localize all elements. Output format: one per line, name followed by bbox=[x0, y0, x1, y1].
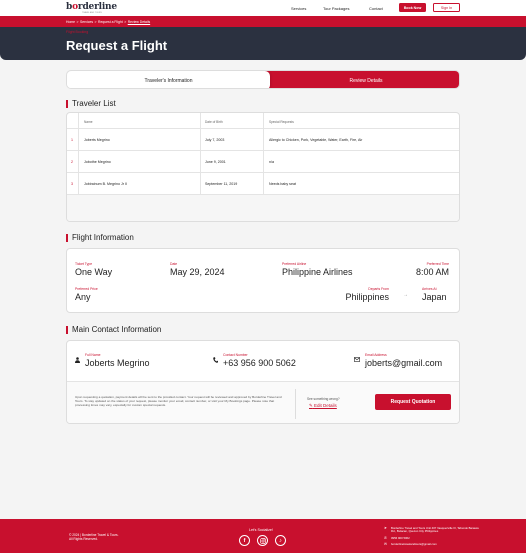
copyright-line2: All Rights Reserved. bbox=[69, 537, 98, 542]
user-icon bbox=[75, 357, 80, 365]
tiktok-icon[interactable]: ♪ bbox=[275, 535, 286, 546]
contact-number-value: +63 956 900 5062 bbox=[223, 358, 296, 368]
full-name-label: Full Name bbox=[85, 353, 101, 357]
traveler-requests: Needs baby seat bbox=[269, 182, 296, 186]
page-title: Request a Flight bbox=[66, 38, 168, 53]
contact-details-row: Full Name Joberts Megrino Contact Number… bbox=[67, 341, 459, 382]
flight-info-card: Ticket Type One Way Date May 29, 2024 Pr… bbox=[66, 248, 460, 313]
edit-details-link[interactable]: ✎ Edit Details bbox=[309, 403, 337, 409]
full-name-value: Joberts Megrino bbox=[85, 358, 150, 368]
sign-in-button[interactable]: Sign In bbox=[433, 3, 460, 12]
request-quotation-button[interactable]: Request Quotation bbox=[375, 394, 451, 410]
copyright: © 2024 | Borderline Travel & Tours. All … bbox=[69, 533, 119, 541]
brand-tagline: TRAVEL AND TOURS bbox=[82, 12, 102, 14]
price-value: Any bbox=[75, 292, 91, 302]
brand-logo[interactable]: borderline bbox=[66, 2, 117, 12]
breadcrumb-request-flight[interactable]: Request a Flight bbox=[98, 20, 123, 24]
time-value: 8:00 AM bbox=[415, 267, 449, 277]
traveler-dob: June 9, 2001 bbox=[205, 160, 226, 164]
table-row: 2 Jobothe Megrino June 9, 2001 n/a bbox=[67, 151, 459, 173]
instagram-icon[interactable] bbox=[257, 535, 268, 546]
breadcrumb: Home > Services > Request a Flight > Review De… bbox=[66, 19, 151, 24]
table-row: 1 Joberts Megrino July 7, 2003 Allergic … bbox=[67, 129, 459, 151]
tab-review-details[interactable]: Review Details bbox=[263, 71, 459, 88]
phone-icon: ✆ bbox=[384, 536, 387, 540]
arrow-right-icon: → bbox=[403, 292, 408, 298]
ticket-type-value: One Way bbox=[75, 267, 113, 277]
nav-link-services[interactable]: Services bbox=[291, 6, 306, 11]
contact-card: Full Name Joberts Megrino Contact Number… bbox=[66, 340, 460, 424]
facebook-icon[interactable]: f bbox=[239, 535, 250, 546]
traveler-dob: September 11, 2019 bbox=[205, 182, 238, 186]
traveler-name: Joberts Megrino bbox=[84, 138, 110, 142]
time-label: Preferred Time bbox=[426, 262, 449, 266]
date-label: Date bbox=[170, 262, 178, 266]
contact-heading: Main Contact Information bbox=[66, 325, 161, 334]
nav-link-tour-packages[interactable]: Tour Packages bbox=[323, 6, 349, 11]
hero-kicker: Flight Booking bbox=[66, 30, 89, 34]
edit-icon: ✎ bbox=[309, 403, 313, 408]
row-number: 1 bbox=[71, 138, 73, 142]
traveler-requests: n/a bbox=[269, 160, 274, 164]
departs-value: Philippines bbox=[345, 292, 389, 302]
page-hero: Flight Booking Request a Flight bbox=[0, 27, 526, 60]
email-label: Email Address bbox=[365, 353, 387, 357]
quotation-bar: Upon requesting a quotation, payment det… bbox=[67, 382, 459, 423]
arrives-label: Arrives At bbox=[422, 287, 437, 291]
column-header-requests: Special Requests bbox=[269, 119, 294, 124]
traveler-dob: July 7, 2003 bbox=[205, 138, 225, 142]
column-header-name: Name bbox=[84, 119, 93, 124]
contact-number-label: Contact Number bbox=[223, 353, 248, 357]
breadcrumb-review-details[interactable]: Review Details bbox=[128, 20, 150, 24]
arrives-value: Japan bbox=[422, 292, 447, 302]
airline-label: Preferred Airline bbox=[282, 262, 307, 266]
tab-travelers-information[interactable]: Traveler's Information bbox=[67, 71, 270, 88]
mail-icon bbox=[354, 357, 361, 364]
traveler-table: Name Date of Birth Special Requests 1 Jo… bbox=[66, 112, 460, 222]
breadcrumb-home[interactable]: Home bbox=[66, 20, 75, 24]
divider bbox=[295, 389, 296, 419]
site-footer: © 2024 | Borderline Travel & Tours. All … bbox=[0, 519, 526, 553]
flight-info-heading: Flight Information bbox=[66, 233, 134, 242]
traveler-name: Jobothe Megrino bbox=[84, 160, 111, 164]
socials-heading: Let's Socialize! bbox=[249, 528, 273, 532]
price-label: Preferred Price bbox=[75, 287, 98, 291]
see-wrong-text: See something wrong? bbox=[307, 397, 340, 401]
nav-link-contact[interactable]: Contact bbox=[369, 6, 383, 11]
traveler-requests: Allergic to Chicken, Pork, Vegetable, Wa… bbox=[269, 138, 363, 142]
airline-value: Philippine Airlines bbox=[282, 267, 353, 277]
row-number: 3 bbox=[71, 182, 73, 186]
quotation-notice: Upon requesting a quotation, payment det… bbox=[75, 395, 282, 407]
location-icon: ➤ bbox=[384, 526, 387, 530]
top-navbar: borderline TRAVEL AND TOURS Services Tou… bbox=[0, 0, 526, 16]
book-now-button[interactable]: Book Now bbox=[399, 3, 426, 12]
ticket-type-label: Ticket Type bbox=[75, 262, 93, 266]
email-value: joberts@gmail.com bbox=[365, 358, 443, 368]
table-row: 3 Jobirainum B. Megrino Jr II September … bbox=[67, 173, 459, 195]
step-tabs: Traveler's Information Review Details bbox=[66, 70, 460, 89]
row-number: 2 bbox=[71, 160, 73, 164]
table-footer bbox=[67, 195, 459, 221]
traveler-list-heading: Traveler List bbox=[66, 99, 116, 108]
traveler-name: Jobirainum B. Megrino Jr II bbox=[84, 182, 127, 186]
breadcrumb-services[interactable]: Services bbox=[80, 20, 93, 24]
phone-icon bbox=[213, 357, 218, 365]
mail-icon: ✉ bbox=[384, 542, 387, 546]
date-value: May 29, 2024 bbox=[170, 267, 225, 277]
edit-details-label: Edit Details bbox=[314, 403, 337, 408]
departs-label: Departs From bbox=[368, 287, 389, 291]
column-header-dob: Date of Birth bbox=[205, 119, 223, 124]
breadcrumb-bar: Home > Services > Request a Flight > Review De… bbox=[0, 16, 526, 27]
